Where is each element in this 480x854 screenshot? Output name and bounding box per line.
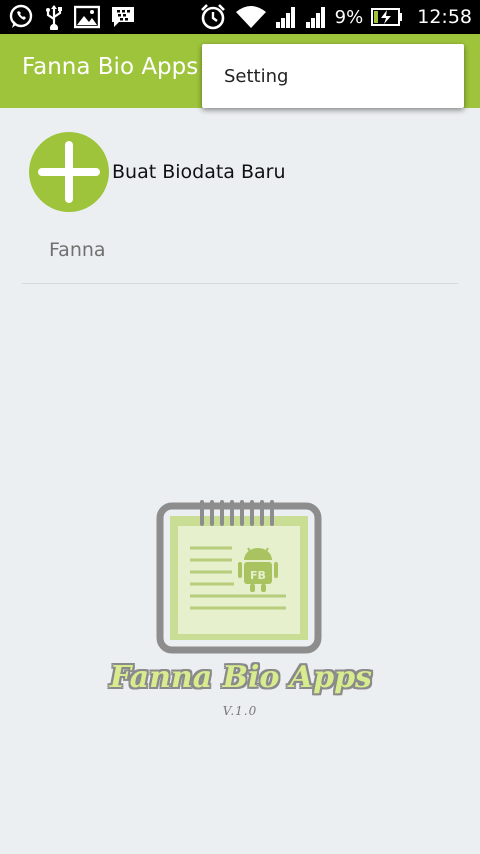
wifi-icon [235, 6, 266, 28]
add-icon [29, 132, 109, 212]
bbm-icon [112, 7, 134, 27]
battery-percent: 9% [334, 6, 364, 28]
menu-item-setting[interactable]: Setting [202, 44, 464, 108]
status-system: 9% 12:58 [199, 0, 472, 34]
logo-badge: FB [250, 569, 266, 582]
status-clock: 12:58 [417, 6, 472, 28]
overflow-menu: Setting [202, 44, 464, 108]
signal-icon [275, 7, 295, 28]
alarm-icon [200, 4, 225, 30]
logo-text: Fanna Bio Apps [110, 660, 372, 695]
gallery-icon [74, 5, 100, 29]
battery-charging-icon [371, 8, 403, 26]
biodata-list-item[interactable]: Fanna [22, 224, 458, 284]
biodata-name: Fanna [49, 239, 106, 261]
app-title: Fanna Bio Apps [22, 54, 199, 80]
status-notifications [8, 0, 136, 34]
new-biodata-label: Buat Biodata Baru [112, 161, 286, 183]
status-bar: 9% 12:58 [0, 0, 480, 34]
signal-icon [305, 7, 325, 28]
whatsapp-icon [9, 4, 33, 28]
notepad-logo-icon: FB [156, 500, 322, 654]
logo-version: V.1.0 [222, 704, 258, 718]
usb-icon [46, 5, 62, 30]
new-biodata-item[interactable]: Buat Biodata Baru [28, 130, 458, 214]
